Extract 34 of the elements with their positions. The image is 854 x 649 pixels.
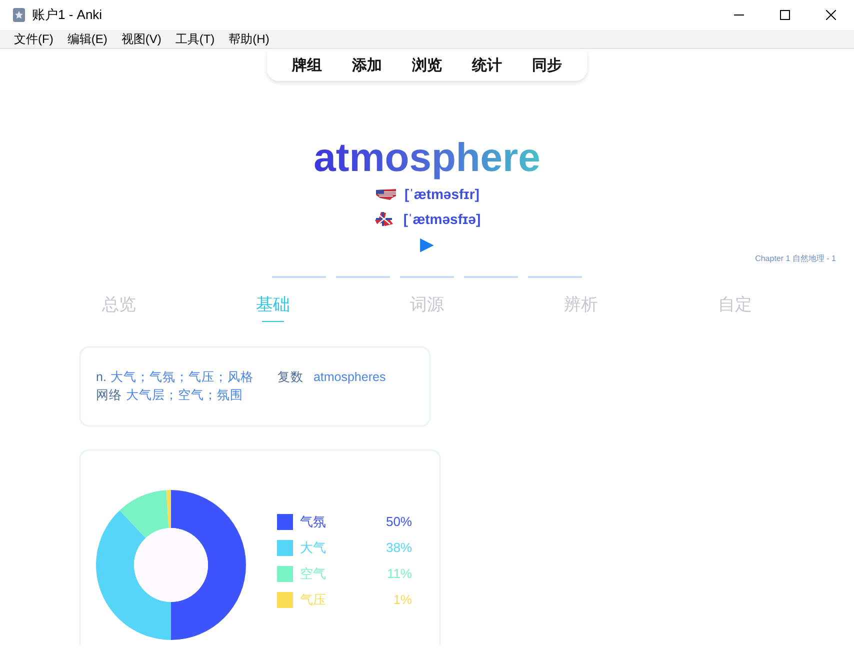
web-label: 网络: [96, 387, 122, 404]
phonetic-text: [ˈætməsfɪr]: [404, 186, 480, 202]
legend-label: 气压: [300, 590, 326, 608]
meaning-text: 大气层；空气；氛围: [126, 387, 243, 404]
legend-percent: 11%: [386, 566, 412, 581]
menu-item[interactable]: 帮助(H): [222, 30, 276, 48]
nav-button[interactable]: 浏览: [397, 56, 457, 75]
legend-label: 空气: [300, 564, 326, 582]
nav-button[interactable]: 统计: [457, 56, 517, 75]
menu-item[interactable]: 文件(F): [8, 30, 60, 48]
phonetic-text: [ˈætməsfɪə]: [403, 210, 481, 226]
nav-button[interactable]: 牌组: [277, 56, 337, 75]
legend-label: 大气: [300, 538, 326, 556]
menu-item[interactable]: 工具(T): [169, 30, 221, 48]
maximize-icon[interactable]: [780, 10, 790, 20]
legend-percent: 50%: [386, 514, 412, 529]
menu-item[interactable]: 视图(V): [115, 30, 168, 48]
legend-label: 气氛: [300, 512, 326, 530]
close-icon[interactable]: [826, 10, 836, 20]
window-title: 账户1 - Anki: [32, 6, 102, 24]
us-map-icon: [374, 186, 397, 200]
legend-percent: 1%: [393, 592, 412, 607]
menu-item[interactable]: 编辑(E): [61, 30, 114, 48]
meaning-text: 大气；气氛；气压；风格: [110, 369, 254, 386]
plural-text: atmospheres: [313, 369, 386, 386]
nav-button[interactable]: 添加: [337, 56, 397, 75]
play-button[interactable]: ▶: [420, 233, 434, 255]
app-icon: [12, 7, 26, 23]
uk-map-icon: [373, 210, 396, 226]
legend-percent: 38%: [386, 540, 412, 555]
chapter-label: Chapter 1 自然地理 - 1: [755, 253, 836, 264]
plural-label: 复数: [277, 369, 304, 386]
part-of-speech: n.: [96, 369, 106, 386]
nav-button[interactable]: 同步: [517, 56, 577, 75]
